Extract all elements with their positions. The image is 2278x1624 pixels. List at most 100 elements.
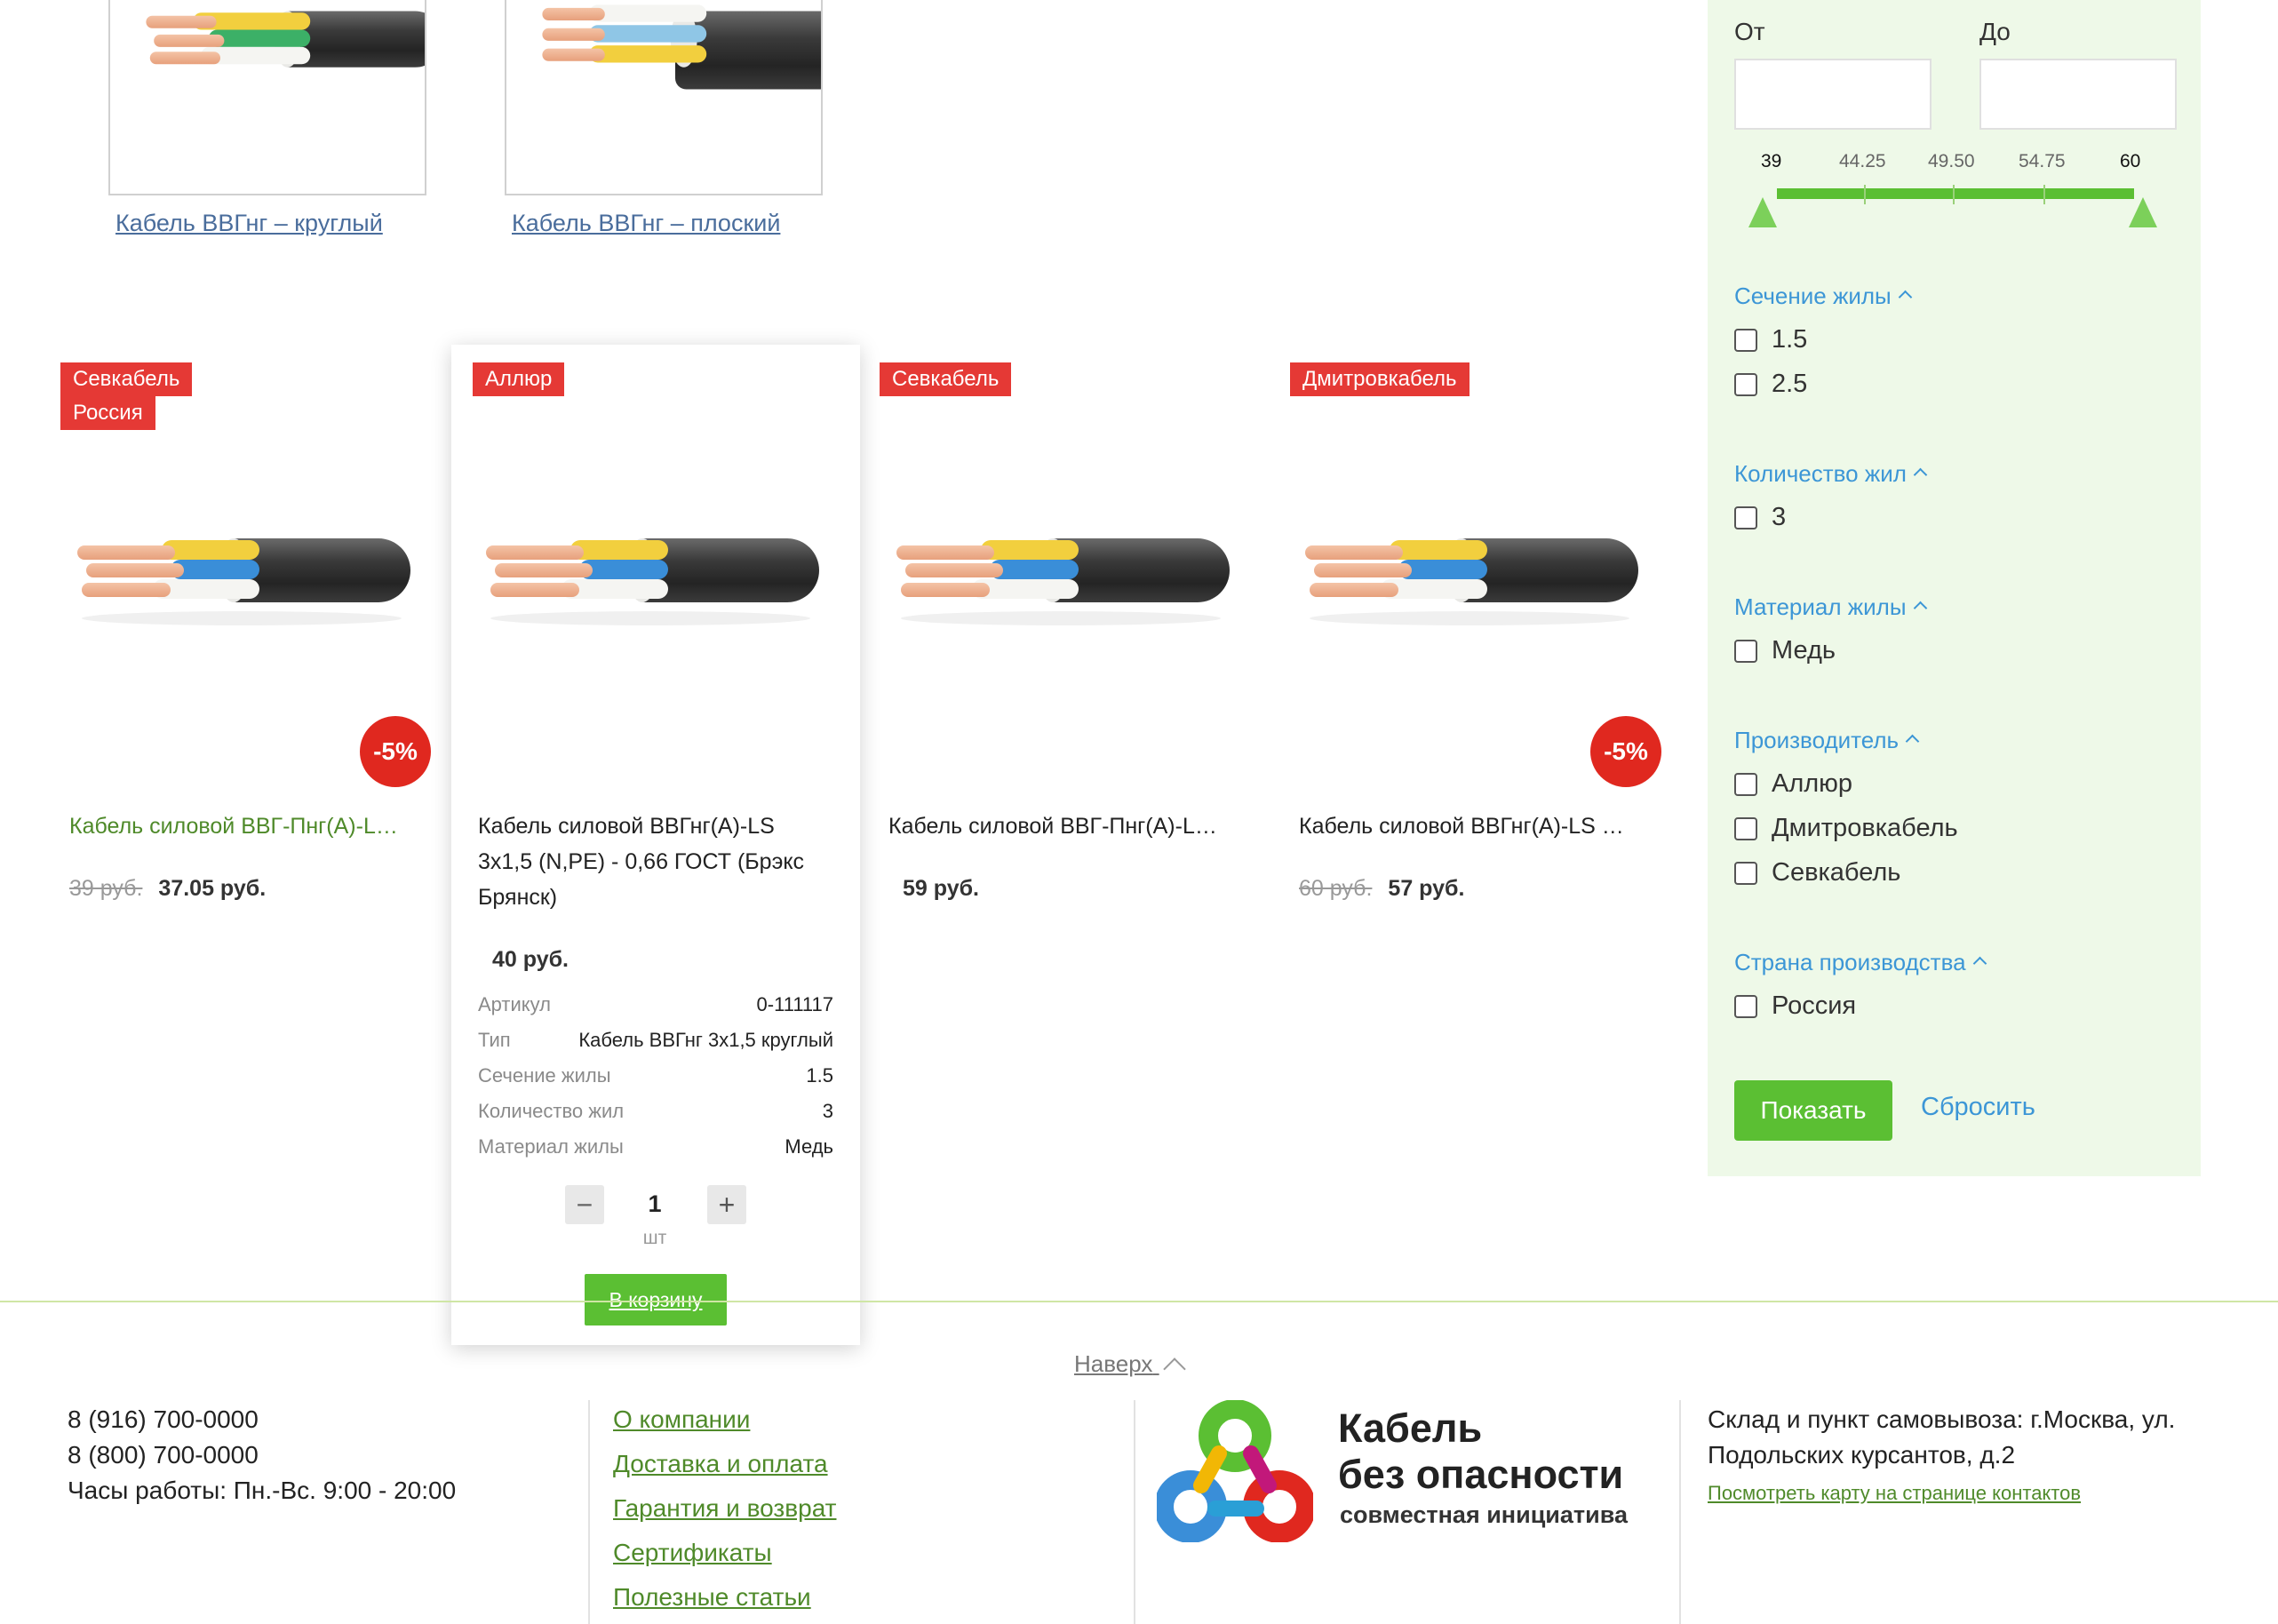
working-hours: Часы работы: Пн.-Вс. 9:00 - 20:00 <box>68 1477 457 1504</box>
filter-option-material-copper[interactable]: Медь <box>1734 636 1836 665</box>
address-line: Подольских курсантов, д.2 <box>1708 1441 2016 1469</box>
phone-number[interactable]: 8 (916) 700-0000 <box>68 1405 259 1434</box>
filter-option-label: 3 <box>1772 503 1787 531</box>
current-price: 59 руб. <box>903 876 979 901</box>
product-image <box>883 505 1239 638</box>
quantity-value[interactable]: 1 <box>631 1190 679 1218</box>
footer-separator <box>1134 1400 1135 1624</box>
filter-option-manufacturer-dmitrov[interactable]: Дмитровкабель <box>1734 814 1958 843</box>
range-track[interactable] <box>1777 188 2134 199</box>
category-link-round[interactable]: Кабель ВВГнг – круглый <box>115 210 383 237</box>
quantity-decrease-button[interactable]: − <box>565 1185 604 1224</box>
phone-number[interactable]: 8 (800) 700-0000 <box>68 1441 259 1469</box>
show-results-button[interactable]: Показать <box>1734 1080 1892 1141</box>
filter-group-section-toggle[interactable]: Сечение жилы <box>1734 283 1912 310</box>
spec-label: Артикул <box>478 993 552 1015</box>
filter-group-title: Количество жил <box>1734 460 1907 487</box>
spec-row-type: Тип Кабель ВВГнг 3х1,5 круглый <box>478 1029 833 1052</box>
old-price: 60 руб. <box>1299 876 1373 901</box>
range-tick: 49.50 <box>1928 151 1975 171</box>
old-price: 39 руб. <box>69 876 143 901</box>
filter-option-cores-3[interactable]: 3 <box>1734 503 1786 532</box>
filter-option-section-1-5[interactable]: 1.5 <box>1734 325 1807 354</box>
spec-label: Количество жил <box>478 1100 625 1122</box>
current-price: 57 руб. <box>1388 876 1465 901</box>
price-row: 40 руб. <box>492 947 569 973</box>
country-badge: Россия <box>60 396 155 430</box>
filter-option-label: 1.5 <box>1772 325 1808 354</box>
filter-option-manufacturer-sevkabel[interactable]: Севкабель <box>1734 858 1900 888</box>
category-tile-round[interactable] <box>108 0 426 195</box>
filter-group-title: Производитель <box>1734 727 1900 753</box>
checkbox[interactable] <box>1734 372 1757 396</box>
filter-group-cores-toggle[interactable]: Количество жил <box>1734 460 1928 488</box>
footer-link-certificates[interactable]: Сертификаты <box>613 1539 772 1567</box>
filter-option-label: Россия <box>1772 991 1857 1020</box>
quantity-increase-button[interactable]: + <box>707 1185 746 1224</box>
product-name[interactable]: Кабель силовой ВВГнг(А)-LS 3x1,5 (N,PE) … <box>478 808 851 915</box>
chevron-up-icon <box>1162 1357 1186 1381</box>
map-link[interactable]: Посмотреть карту на странице контактов <box>1708 1482 2081 1505</box>
range-tick-mark <box>1864 185 1866 204</box>
brand-badge: Дмитровкабель <box>1290 362 1470 396</box>
brand-badge: Аллюр <box>473 362 565 396</box>
filter-option-label: Севкабель <box>1772 858 1901 887</box>
quantity-unit: шт <box>642 1228 667 1248</box>
product-name[interactable]: Кабель силовой ВВГ-Пнг(А)-L… <box>888 808 1244 844</box>
spec-value: Медь <box>785 1135 833 1158</box>
filter-group-country-toggle[interactable]: Страна производства <box>1734 949 1987 976</box>
filter-option-section-2-5[interactable]: 2.5 <box>1734 370 1807 399</box>
price-to-label: До <box>1979 18 2011 45</box>
logo-title-line2: без опасности <box>1338 1452 1624 1497</box>
chevron-up-icon <box>1972 956 1987 971</box>
spec-label: Тип <box>478 1029 511 1051</box>
spec-label: Материал жилы <box>478 1135 624 1158</box>
category-link-flat[interactable]: Кабель ВВГнг – плоский <box>512 210 780 237</box>
price-from-label: От <box>1734 18 1765 45</box>
footer-link-articles[interactable]: Полезные статьи <box>613 1583 811 1612</box>
checkbox[interactable] <box>1734 639 1757 663</box>
filter-group-title: Страна производства <box>1734 949 1966 975</box>
logo-title-line1: Кабель <box>1338 1405 1483 1451</box>
price-to-input[interactable] <box>1979 59 2177 130</box>
checkbox[interactable] <box>1734 861 1757 885</box>
filter-group-manufacturer-toggle[interactable]: Производитель <box>1734 727 1920 754</box>
footer-link-about[interactable]: О компании <box>613 1405 750 1434</box>
cable-round-image <box>123 0 425 99</box>
filter-option-manufacturer-allur[interactable]: Аллюр <box>1734 769 1852 799</box>
reset-filters-link[interactable]: Сбросить <box>1921 1093 2035 1122</box>
spec-row-section: Сечение жилы 1.5 <box>478 1064 833 1087</box>
chevron-up-icon <box>1905 734 1920 749</box>
chevron-up-icon <box>1898 290 1912 305</box>
range-tick: 60 <box>2120 151 2141 171</box>
brand-badge: Севкабель <box>60 362 193 396</box>
back-to-top-label: Наверх <box>1074 1350 1153 1377</box>
add-to-cart-button[interactable]: В корзину <box>585 1274 727 1325</box>
checkbox[interactable] <box>1734 772 1757 796</box>
checkbox[interactable] <box>1734 994 1757 1018</box>
filter-option-label: 2.5 <box>1772 370 1808 398</box>
filter-option-label: Дмитровкабель <box>1772 814 1958 842</box>
logo-subtitle: совместная инициатива <box>1340 1501 1628 1528</box>
checkbox[interactable] <box>1734 506 1757 529</box>
footer-link-delivery[interactable]: Доставка и оплата <box>613 1450 828 1478</box>
current-price: 40 руб. <box>492 947 569 972</box>
filter-option-country-russia[interactable]: Россия <box>1734 991 1856 1021</box>
logo-icon <box>1157 1400 1313 1542</box>
price-from-input[interactable] <box>1734 59 1932 130</box>
checkbox[interactable] <box>1734 816 1757 840</box>
product-name[interactable]: Кабель силовой ВВГ-Пнг(А)-L… <box>69 808 425 844</box>
category-tile-flat[interactable] <box>505 0 823 195</box>
checkbox[interactable] <box>1734 328 1757 352</box>
back-to-top-link[interactable]: Наверх <box>1074 1350 1186 1381</box>
address-line: Склад и пункт самовывоза: г.Москва, ул. <box>1708 1405 2176 1433</box>
footer-divider <box>0 1301 2278 1302</box>
product-name[interactable]: Кабель силовой ВВГнг(А)-LS … <box>1299 808 1654 844</box>
footer-link-warranty[interactable]: Гарантия и возврат <box>613 1494 836 1523</box>
range-handle-max[interactable] <box>2129 197 2157 227</box>
cable-flat-image <box>519 0 821 99</box>
spec-label: Сечение жилы <box>478 1064 611 1087</box>
filter-group-material-toggle[interactable]: Материал жилы <box>1734 593 1927 621</box>
chevron-up-icon <box>1913 467 1928 482</box>
range-handle-min[interactable] <box>1748 197 1777 227</box>
